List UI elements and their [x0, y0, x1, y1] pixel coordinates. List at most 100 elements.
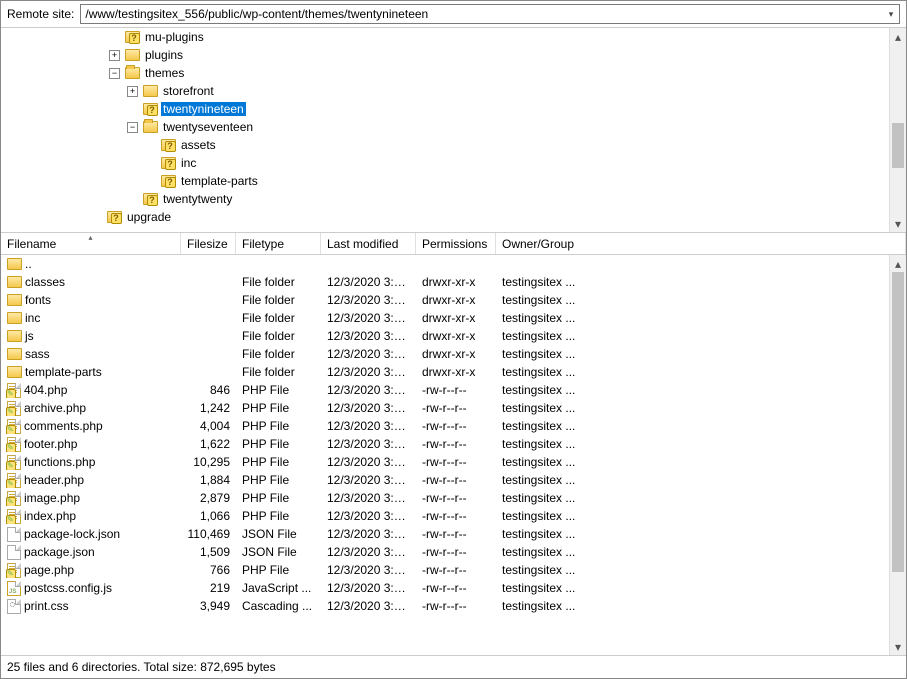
cell-perm: -rw-r--r--	[416, 581, 496, 595]
list-item[interactable]: ..	[1, 255, 889, 273]
list-item[interactable]: package.json1,509JSON File12/3/2020 3:43…	[1, 543, 889, 561]
cell-modified: 12/3/2020 3:43:...	[321, 293, 416, 307]
tree-scrollbar[interactable]: ▴ ▾	[889, 28, 906, 232]
cell-owner: testingsitex ...	[496, 527, 616, 541]
remote-site-label: Remote site:	[7, 7, 74, 21]
cell-size: 846	[181, 383, 236, 397]
col-filetype[interactable]: Filetype	[236, 233, 321, 254]
scroll-down-icon[interactable]: ▾	[890, 215, 906, 232]
file-name: 404.php	[24, 383, 67, 397]
collapse-icon[interactable]: −	[127, 122, 138, 133]
remote-path-combo[interactable]: ▾	[80, 4, 900, 24]
scroll-down-icon[interactable]: ▾	[890, 638, 906, 655]
file-name: comments.php	[24, 419, 103, 433]
tree-node-themes[interactable]: −themes	[1, 64, 889, 82]
col-modified[interactable]: Last modified	[321, 233, 416, 254]
ftp-window: Remote site: ▾ mu-plugins+plugins−themes…	[0, 0, 907, 679]
list-item[interactable]: page.php766PHP File12/3/2020 3:43:...-rw…	[1, 561, 889, 579]
cell-type: File folder	[236, 365, 321, 379]
cell-filename: archive.php	[1, 401, 181, 416]
php-file-icon	[7, 401, 21, 416]
tree-node-mu-plugins[interactable]: mu-plugins	[1, 28, 889, 46]
remote-path-input[interactable]	[81, 7, 883, 21]
list-item[interactable]: classesFile folder12/3/2020 3:43:...drwx…	[1, 273, 889, 291]
file-list[interactable]: ..classesFile folder12/3/2020 3:43:...dr…	[1, 255, 889, 655]
cell-modified: 12/3/2020 3:43:...	[321, 383, 416, 397]
list-item[interactable]: sassFile folder12/3/2020 3:43:...drwxr-x…	[1, 345, 889, 363]
tree-node-twentyseventeen[interactable]: −twentyseventeen	[1, 118, 889, 136]
file-name: template-parts	[25, 365, 102, 379]
tree-node-assets[interactable]: assets	[1, 136, 889, 154]
list-item[interactable]: archive.php1,242PHP File12/3/2020 3:43:.…	[1, 399, 889, 417]
file-name: index.php	[24, 509, 76, 523]
cell-size: 1,622	[181, 437, 236, 451]
list-item[interactable]: functions.php10,295PHP File12/3/2020 3:4…	[1, 453, 889, 471]
scroll-up-icon[interactable]: ▴	[890, 28, 906, 45]
tree-node-upgrade[interactable]: upgrade	[1, 208, 889, 226]
list-scrollbar[interactable]: ▴ ▾	[889, 255, 906, 655]
tree-node-twentynineteen[interactable]: twentynineteen	[1, 100, 889, 118]
tree-node-storefront[interactable]: +storefront	[1, 82, 889, 100]
list-item[interactable]: header.php1,884PHP File12/3/2020 3:43:..…	[1, 471, 889, 489]
remote-path-dropdown[interactable]: ▾	[883, 9, 899, 20]
tree-node-inc[interactable]: inc	[1, 154, 889, 172]
cell-filename: index.php	[1, 509, 181, 524]
cell-owner: testingsitex ...	[496, 581, 616, 595]
cell-filename: package.json	[1, 545, 181, 560]
tree-label: assets	[179, 138, 218, 152]
cell-perm: -rw-r--r--	[416, 509, 496, 523]
cell-perm: -rw-r--r--	[416, 383, 496, 397]
cell-owner: testingsitex ...	[496, 383, 616, 397]
cell-perm: drwxr-xr-x	[416, 329, 496, 343]
cell-modified: 12/3/2020 3:43:...	[321, 401, 416, 415]
scroll-up-icon[interactable]: ▴	[890, 255, 906, 272]
tree-node-twentytwenty[interactable]: twentytwenty	[1, 190, 889, 208]
list-item[interactable]: template-partsFile folder12/3/2020 3:43:…	[1, 363, 889, 381]
list-item[interactable]: index.php1,066PHP File12/3/2020 3:43:...…	[1, 507, 889, 525]
list-item[interactable]: postcss.config.js219JavaScript ...12/3/2…	[1, 579, 889, 597]
cell-modified: 12/3/2020 3:43:...	[321, 599, 416, 613]
list-item[interactable]: print.css3,949Cascading ...12/3/2020 3:4…	[1, 597, 889, 615]
cell-owner: testingsitex ...	[496, 311, 616, 325]
list-item[interactable]: incFile folder12/3/2020 3:43:...drwxr-xr…	[1, 309, 889, 327]
scroll-thumb[interactable]	[892, 272, 904, 572]
directory-tree[interactable]: mu-plugins+plugins−themes+storefronttwen…	[1, 28, 889, 232]
cell-type: PHP File	[236, 383, 321, 397]
list-item[interactable]: footer.php1,622PHP File12/3/2020 3:43:..…	[1, 435, 889, 453]
expand-icon[interactable]: +	[127, 86, 138, 97]
cell-owner: testingsitex ...	[496, 347, 616, 361]
cell-owner: testingsitex ...	[496, 437, 616, 451]
cell-owner: testingsitex ...	[496, 455, 616, 469]
folder-icon	[124, 48, 140, 62]
list-item[interactable]: 404.php 846PHP File12/3/2020 3:43:...-rw-…	[1, 381, 889, 399]
cell-filename: postcss.config.js	[1, 581, 181, 596]
list-item[interactable]: comments.php4,004PHP File12/3/2020 3:43:…	[1, 417, 889, 435]
folder-icon	[142, 84, 158, 98]
scroll-thumb[interactable]	[892, 123, 904, 168]
list-item[interactable]: jsFile folder12/3/2020 3:43:...drwxr-xr-…	[1, 327, 889, 345]
expand-icon[interactable]: +	[109, 50, 120, 61]
col-permissions[interactable]: Permissions	[416, 233, 496, 254]
js-file-icon	[7, 581, 21, 596]
list-item[interactable]: image.php2,879PHP File12/3/2020 3:43:...…	[1, 489, 889, 507]
cell-type: JSON File	[236, 527, 321, 541]
cell-type: PHP File	[236, 473, 321, 487]
col-owner[interactable]: Owner/Group	[496, 233, 906, 254]
tree-node-template-parts[interactable]: template-parts	[1, 172, 889, 190]
cell-modified: 12/3/2020 3:43:...	[321, 329, 416, 343]
cell-modified: 12/3/2020 3:43:...	[321, 545, 416, 559]
collapse-icon[interactable]: −	[109, 68, 120, 79]
cell-filename: sass	[1, 347, 181, 361]
list-item[interactable]: package-lock.json110,469JSON File12/3/20…	[1, 525, 889, 543]
cell-size: 10,295	[181, 455, 236, 469]
cell-filename: 404.php	[1, 383, 181, 398]
list-item[interactable]: fontsFile folder12/3/2020 3:43:...drwxr-…	[1, 291, 889, 309]
tree-node-plugins[interactable]: +plugins	[1, 46, 889, 64]
cell-owner: testingsitex ...	[496, 293, 616, 307]
unknown-folder-icon	[124, 30, 140, 44]
col-filesize[interactable]: Filesize	[181, 233, 236, 254]
file-name: page.php	[24, 563, 74, 577]
cell-type: File folder	[236, 293, 321, 307]
open-folder-icon	[142, 120, 158, 134]
col-filename[interactable]: ▴Filename	[1, 233, 181, 254]
